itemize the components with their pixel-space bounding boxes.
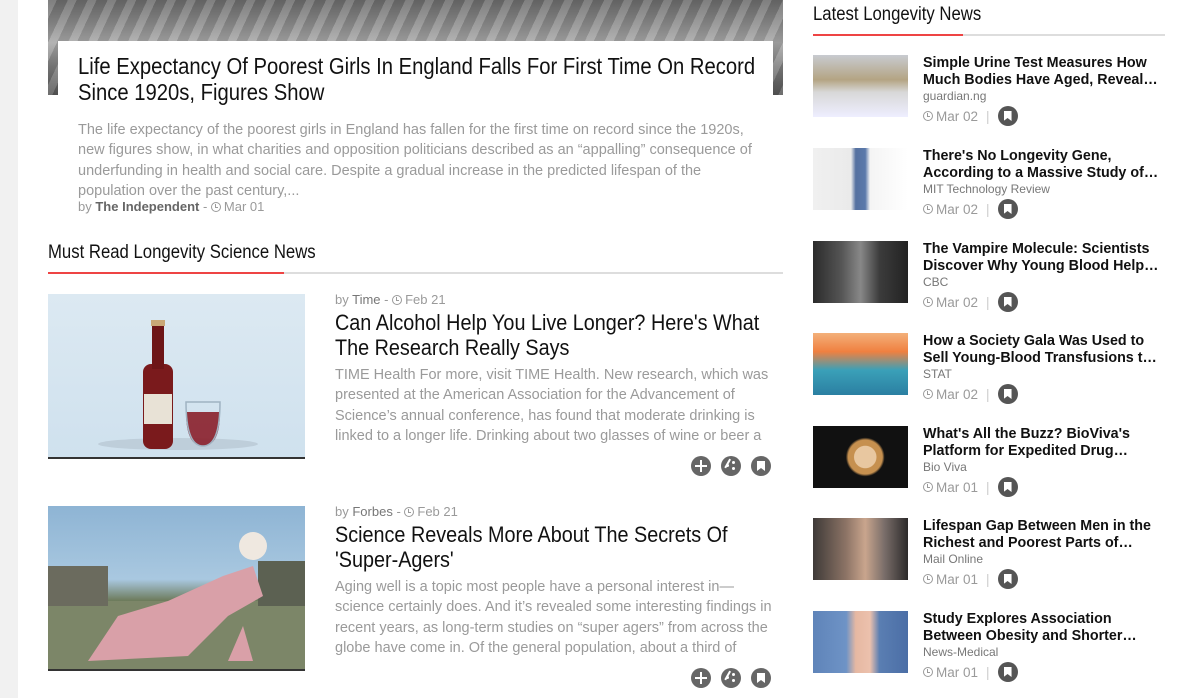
bookmark-icon[interactable] xyxy=(997,569,1018,589)
latest-thumb[interactable] xyxy=(813,241,908,303)
hero-title[interactable]: Life Expectancy Of Poorest Girls In Engl… xyxy=(78,53,755,105)
latest-source: guardian.ng xyxy=(923,89,987,103)
latest-source: CBC xyxy=(923,275,949,289)
latest-meta: Mar 01 | xyxy=(923,477,1018,497)
latest-item[interactable]: Lifespan Gap Between Men in the Richest … xyxy=(813,518,1173,598)
bookmark-icon[interactable] xyxy=(997,199,1018,219)
clock-icon xyxy=(404,507,415,517)
clock-icon xyxy=(923,297,933,307)
latest-source: Bio Viva xyxy=(923,460,967,474)
latest-title[interactable]: How a Society Gala Was Used to Sell Youn… xyxy=(923,333,1165,367)
latest-item[interactable]: Study Explores Association Between Obesi… xyxy=(813,611,1173,691)
must-read-heading: Must Read Longevity Science News xyxy=(48,242,783,274)
clock-icon xyxy=(923,574,933,584)
latest-item[interactable]: The Vampire Molecule: Scientists Discove… xyxy=(813,241,1173,321)
article-excerpt: Aging well is a topic most people have a… xyxy=(335,579,772,661)
article-source[interactable]: Time xyxy=(352,292,380,307)
latest-item[interactable]: What's All the Buzz? BioViva's Platform … xyxy=(813,426,1173,506)
share-icon[interactable] xyxy=(721,668,741,688)
clock-icon xyxy=(210,202,221,212)
latest-source: MIT Technology Review xyxy=(923,182,1050,196)
latest-thumb[interactable] xyxy=(813,611,908,673)
share-icon[interactable] xyxy=(721,456,741,476)
bookmark-icon[interactable] xyxy=(751,456,771,476)
latest-title[interactable]: What's All the Buzz? BioViva's Platform … xyxy=(923,426,1165,460)
article-date: Feb 21 xyxy=(417,504,458,519)
latest-source: STAT xyxy=(923,367,952,381)
article-title[interactable]: Can Alcohol Help You Live Longer? Here's… xyxy=(335,310,793,360)
latest-title[interactable]: Lifespan Gap Between Men in the Richest … xyxy=(923,518,1165,552)
latest-title[interactable]: Study Explores Association Between Obesi… xyxy=(923,611,1165,645)
hero-source[interactable]: The Independent xyxy=(95,199,199,214)
latest-meta: Mar 02 | xyxy=(923,384,1018,404)
latest-meta: Mar 01 | xyxy=(923,662,1018,682)
latest-meta: Mar 02 | xyxy=(923,292,1018,312)
clock-icon xyxy=(923,482,933,492)
clock-icon xyxy=(392,295,403,305)
article-actions xyxy=(691,668,771,688)
article-source[interactable]: Forbes xyxy=(352,504,392,519)
latest-meta: Mar 02 | xyxy=(923,199,1018,219)
page: Life Expectancy Of Poorest Girls In Engl… xyxy=(18,0,1200,698)
article-byline: by Time - Feb 21 xyxy=(335,292,446,307)
article-image-super-ager[interactable] xyxy=(48,506,305,671)
clock-icon xyxy=(923,667,933,677)
latest-title[interactable]: The Vampire Molecule: Scientists Discove… xyxy=(923,241,1165,275)
latest-meta: Mar 01 | xyxy=(923,569,1018,589)
article-excerpt: TIME Health For more, visit TIME Health.… xyxy=(335,367,769,449)
article-title[interactable]: Science Reveals More About The Secrets O… xyxy=(335,522,793,572)
bookmark-icon[interactable] xyxy=(997,477,1018,497)
clock-icon xyxy=(923,111,933,121)
article-date: Feb 21 xyxy=(405,292,446,307)
latest-thumb[interactable] xyxy=(813,148,908,210)
latest-source: News-Medical xyxy=(923,645,999,659)
latest-thumb[interactable] xyxy=(813,426,908,488)
plus-icon[interactable] xyxy=(691,456,711,476)
article-byline: by Forbes - Feb 21 xyxy=(335,504,458,519)
latest-item[interactable]: How a Society Gala Was Used to Sell Youn… xyxy=(813,333,1173,413)
bookmark-icon[interactable] xyxy=(751,668,771,688)
article-image-wine[interactable] xyxy=(48,294,305,459)
latest-heading: Latest Longevity News xyxy=(813,4,1165,36)
latest-title[interactable]: There's No Longevity Gene, According to … xyxy=(923,148,1165,182)
latest-item[interactable]: Simple Urine Test Measures How Much Bodi… xyxy=(813,55,1173,135)
hero-byline: by The Independent - Mar 01 xyxy=(78,199,265,214)
bookmark-icon[interactable] xyxy=(997,292,1018,312)
latest-thumb[interactable] xyxy=(813,333,908,395)
latest-thumb[interactable] xyxy=(813,518,908,580)
hero-excerpt: The life expectancy of the poorest girls… xyxy=(78,122,752,199)
latest-item[interactable]: There's No Longevity Gene, According to … xyxy=(813,148,1173,228)
by-prefix: by xyxy=(78,199,92,214)
article-actions xyxy=(691,456,771,476)
latest-thumb[interactable] xyxy=(813,55,908,117)
hero-title-box: Life Expectancy Of Poorest Girls In Engl… xyxy=(58,41,773,111)
latest-source: Mail Online xyxy=(923,552,984,566)
clock-icon xyxy=(923,204,933,214)
bookmark-icon[interactable] xyxy=(997,662,1018,682)
clock-icon xyxy=(923,389,933,399)
bookmark-icon[interactable] xyxy=(997,106,1018,126)
hero-date: Mar 01 xyxy=(223,199,265,214)
bookmark-icon[interactable] xyxy=(997,384,1018,404)
latest-meta: Mar 02 | xyxy=(923,106,1018,126)
latest-title[interactable]: Simple Urine Test Measures How Much Bodi… xyxy=(923,55,1165,89)
plus-icon[interactable] xyxy=(691,668,711,688)
